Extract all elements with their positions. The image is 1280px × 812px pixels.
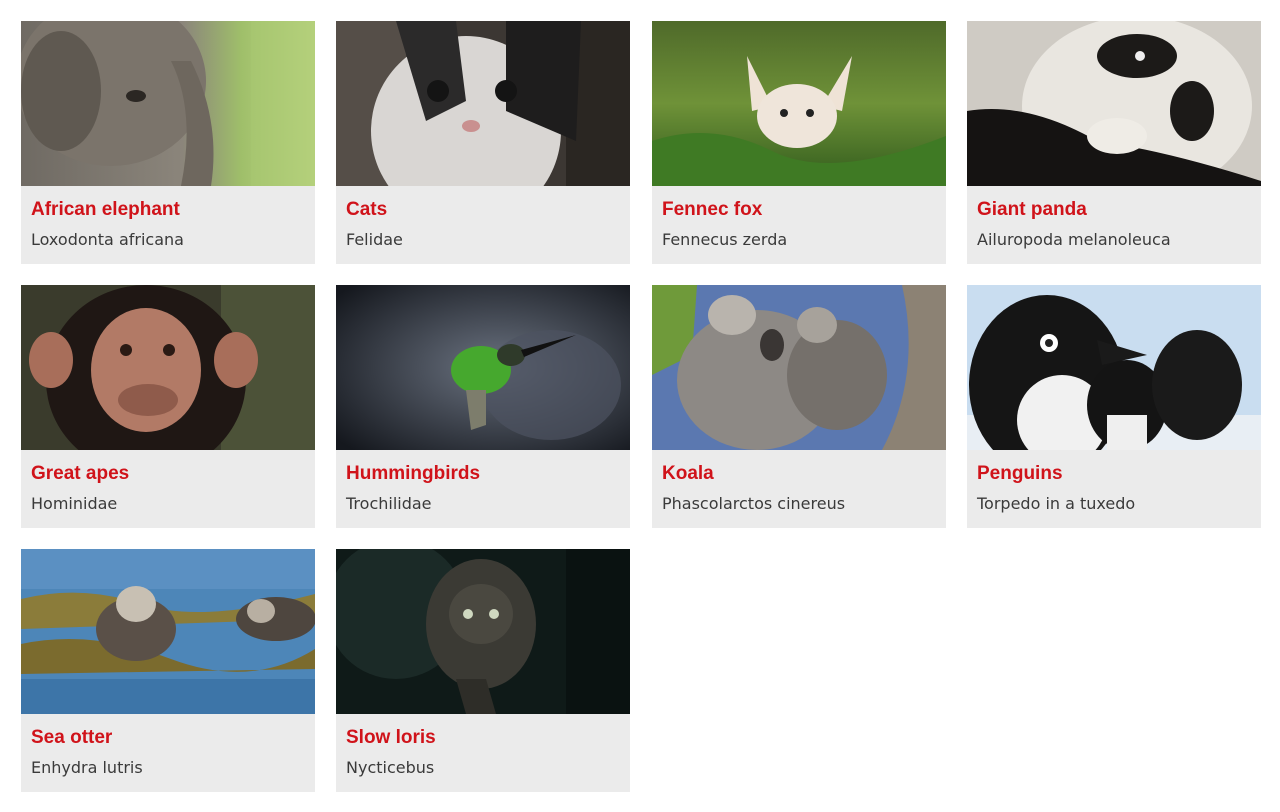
animal-card-sea-otter[interactable]: Sea otter Enhydra lutris [21,549,315,792]
kitten-image[interactable] [336,21,630,186]
hummingbird-image[interactable] [336,285,630,450]
animal-grid: African elephant Loxodonta africana Cats… [0,0,1280,812]
animal-card-fennec-fox[interactable]: Fennec fox Fennecus zerda [652,21,946,264]
card-subtitle: Fennecus zerda [662,230,788,249]
animal-card-koala[interactable]: Koala Phascolarctos cinereus [652,285,946,528]
animal-card-hummingbirds[interactable]: Hummingbirds Trochilidae [336,285,630,528]
card-title[interactable]: Slow loris [346,726,620,750]
card-subtitle: Felidae [346,230,403,249]
sea-otter-image[interactable] [21,549,315,714]
card-subtitle: Torpedo in a tuxedo [977,494,1136,513]
card-title[interactable]: Hummingbirds [346,462,620,486]
african-elephant-image[interactable] [21,21,315,186]
animal-card-african-elephant[interactable]: African elephant Loxodonta africana [21,21,315,264]
chimpanzee-image[interactable] [21,285,315,450]
card-subtitle: Enhydra lutris [31,758,143,777]
card-subtitle: Loxodonta africana [31,230,184,249]
card-title[interactable]: Cats [346,198,620,222]
animal-card-penguins[interactable]: Penguins Torpedo in a tuxedo [967,285,1261,528]
animal-card-slow-loris[interactable]: Slow loris Nycticebus [336,549,630,792]
giant-panda-image[interactable] [967,21,1261,186]
card-subtitle: Hominidae [31,494,118,513]
card-subtitle: Nycticebus [346,758,435,777]
card-subtitle: Trochilidae [346,494,432,513]
slow-loris-image[interactable] [336,549,630,714]
card-title[interactable]: Giant panda [977,198,1251,222]
fennec-fox-image[interactable] [652,21,946,186]
card-subtitle: Ailuropoda melanoleuca [977,230,1171,249]
card-title[interactable]: Koala [662,462,936,486]
penguins-image[interactable] [967,285,1261,450]
card-subtitle: Phascolarctos cinereus [662,494,846,513]
card-title[interactable]: Sea otter [31,726,305,750]
card-title[interactable]: Fennec fox [662,198,936,222]
card-title[interactable]: Great apes [31,462,305,486]
animal-card-cats[interactable]: Cats Felidae [336,21,630,264]
animal-card-giant-panda[interactable]: Giant panda Ailuropoda melanoleuca [967,21,1261,264]
animal-card-great-apes[interactable]: Great apes Hominidae [21,285,315,528]
card-title[interactable]: Penguins [977,462,1251,486]
koala-image[interactable] [652,285,946,450]
card-title[interactable]: African elephant [31,198,305,222]
